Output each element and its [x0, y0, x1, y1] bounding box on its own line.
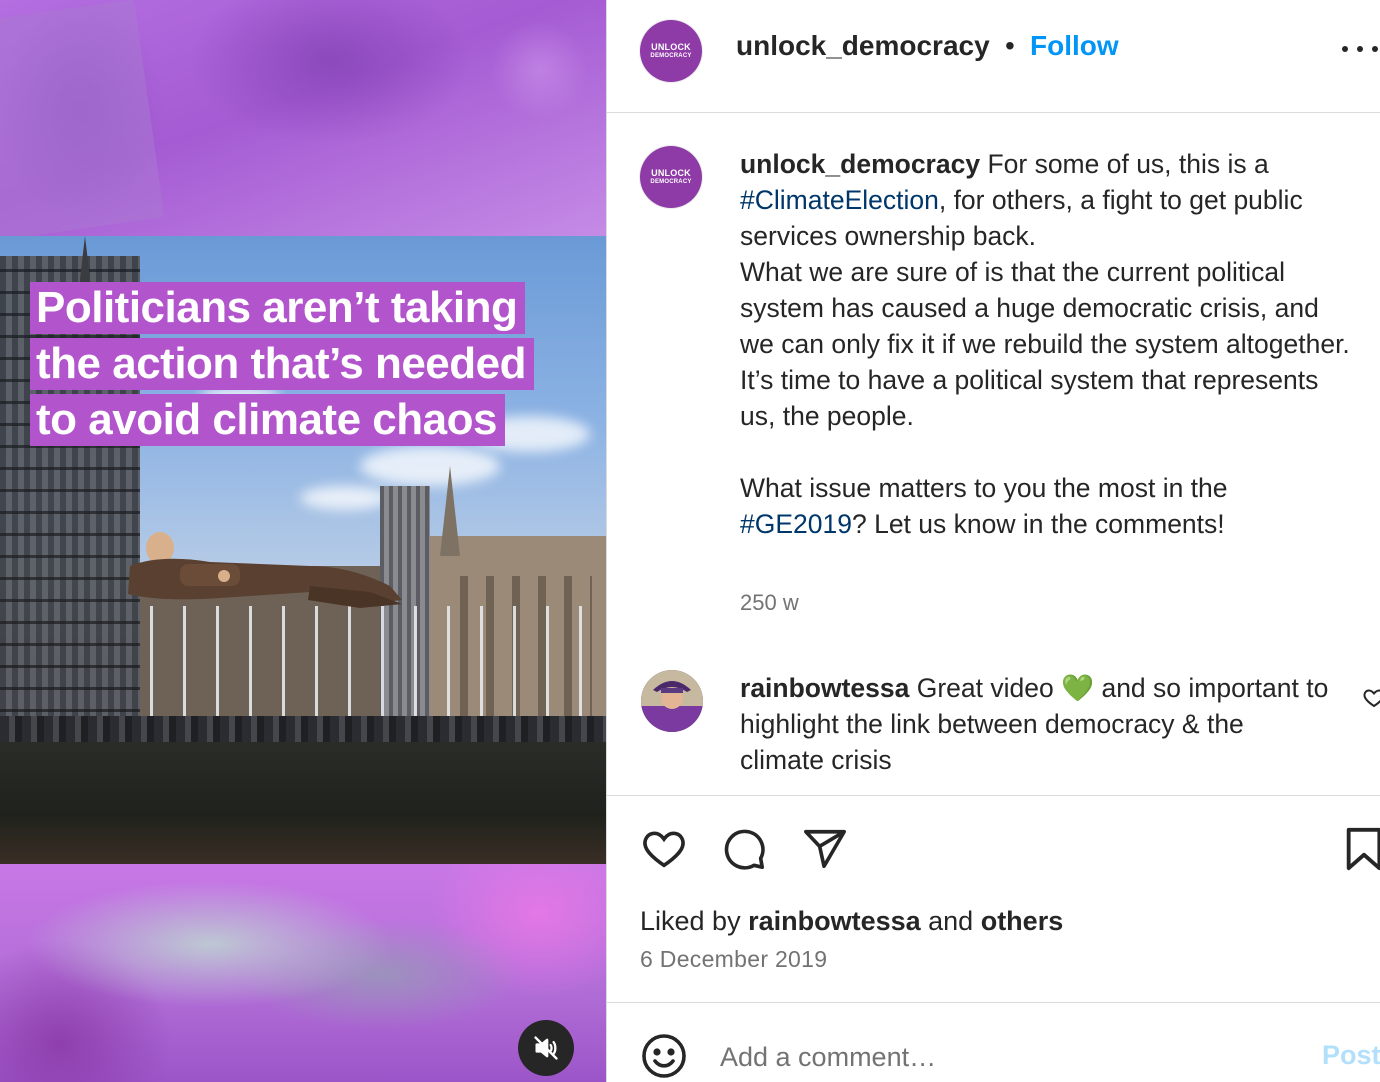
avatar-text-line2: DEMOCRACY [650, 52, 692, 59]
video-text-overlay: Politicians aren’t taking the action tha… [30, 282, 535, 450]
floating-man-figure [128, 532, 402, 608]
caption-text: ? Let us know in the comments! [851, 509, 1225, 539]
add-comment-input[interactable] [720, 1036, 1280, 1078]
add-comment-divider [607, 1002, 1380, 1003]
blurred-background-top [0, 0, 606, 241]
author-avatar[interactable]: UNLOCK DEMOCRACY [640, 20, 702, 82]
caption-text: What issue matters to you the most in th… [740, 473, 1228, 503]
likes-prefix: Liked by [640, 906, 749, 936]
avatar-text-line1: UNLOCK [651, 41, 691, 52]
caption-text: For some of us, this is a [980, 149, 1269, 179]
paper-plane-icon[interactable] [802, 826, 848, 872]
comment-text: Great video [909, 673, 1062, 703]
hashtag-link[interactable]: #ClimateElection [740, 185, 939, 215]
caption-text: What we are sure of is that the current … [740, 257, 1350, 359]
blurred-background-bottom [0, 864, 606, 1082]
liker-username[interactable]: rainbowtessa [748, 906, 921, 936]
commenter-avatar-image [641, 670, 703, 732]
cloud [360, 446, 500, 486]
video-frame[interactable]: Politicians aren’t taking the action tha… [0, 236, 606, 864]
heart-icon[interactable] [640, 826, 688, 872]
comment-item: rainbowtessa Great video 💚 and so import… [740, 670, 1330, 778]
smiley-icon[interactable] [640, 1032, 688, 1080]
caption-username[interactable]: unlock_democracy [740, 149, 980, 179]
background-sign [0, 0, 165, 241]
post-age[interactable]: 250 w [740, 590, 799, 616]
mute-toggle-button[interactable] [518, 1020, 574, 1076]
commenter-avatar[interactable] [641, 670, 703, 732]
post-date: 6 December 2019 [640, 946, 828, 972]
bookmark-icon[interactable] [1344, 826, 1380, 872]
author-username[interactable]: unlock_democracy [736, 30, 990, 62]
commenter-username[interactable]: rainbowtessa [740, 673, 909, 703]
more-options-button[interactable] [1342, 34, 1378, 64]
overlay-line-1: Politicians aren’t taking [30, 282, 526, 334]
post-comment-button[interactable]: Post [1322, 1040, 1380, 1071]
speaker-muted-icon [534, 1036, 558, 1060]
likes-summary[interactable]: Liked by rainbowtessa and others [640, 906, 1063, 937]
overlay-line-2: the action that’s needed [30, 338, 535, 390]
more-horizontal-icon [1372, 46, 1378, 52]
header-separator: • [1005, 30, 1015, 61]
follow-button[interactable]: Follow [1030, 30, 1119, 62]
green-heart-emoji: 💚 [1061, 673, 1095, 703]
avatar-text-line2: DEMOCRACY [650, 178, 692, 185]
avatar-text-line1: UNLOCK [651, 167, 691, 178]
more-horizontal-icon [1357, 46, 1363, 52]
likes-others-link[interactable]: others [981, 906, 1064, 936]
cloud [300, 486, 390, 510]
caption-author-avatar[interactable]: UNLOCK DEMOCRACY [640, 146, 702, 208]
comments-divider [607, 795, 1380, 796]
grass-lawn [0, 742, 606, 864]
hashtag-link[interactable]: #GE2019 [740, 509, 852, 539]
overlay-line-3: to avoid climate chaos [30, 394, 505, 446]
comment-bubble-icon[interactable] [720, 826, 768, 872]
post-media[interactable]: Politicians aren’t taking the action tha… [0, 0, 606, 1082]
post-caption: unlock_democracy For some of us, this is… [740, 146, 1360, 542]
caption-text: It’s time to have a political system tha… [740, 365, 1319, 431]
header-divider [607, 112, 1380, 113]
heart-icon[interactable] [1362, 686, 1380, 710]
more-horizontal-icon [1342, 46, 1348, 52]
likes-middle: and [920, 906, 981, 936]
crowd [0, 716, 606, 742]
